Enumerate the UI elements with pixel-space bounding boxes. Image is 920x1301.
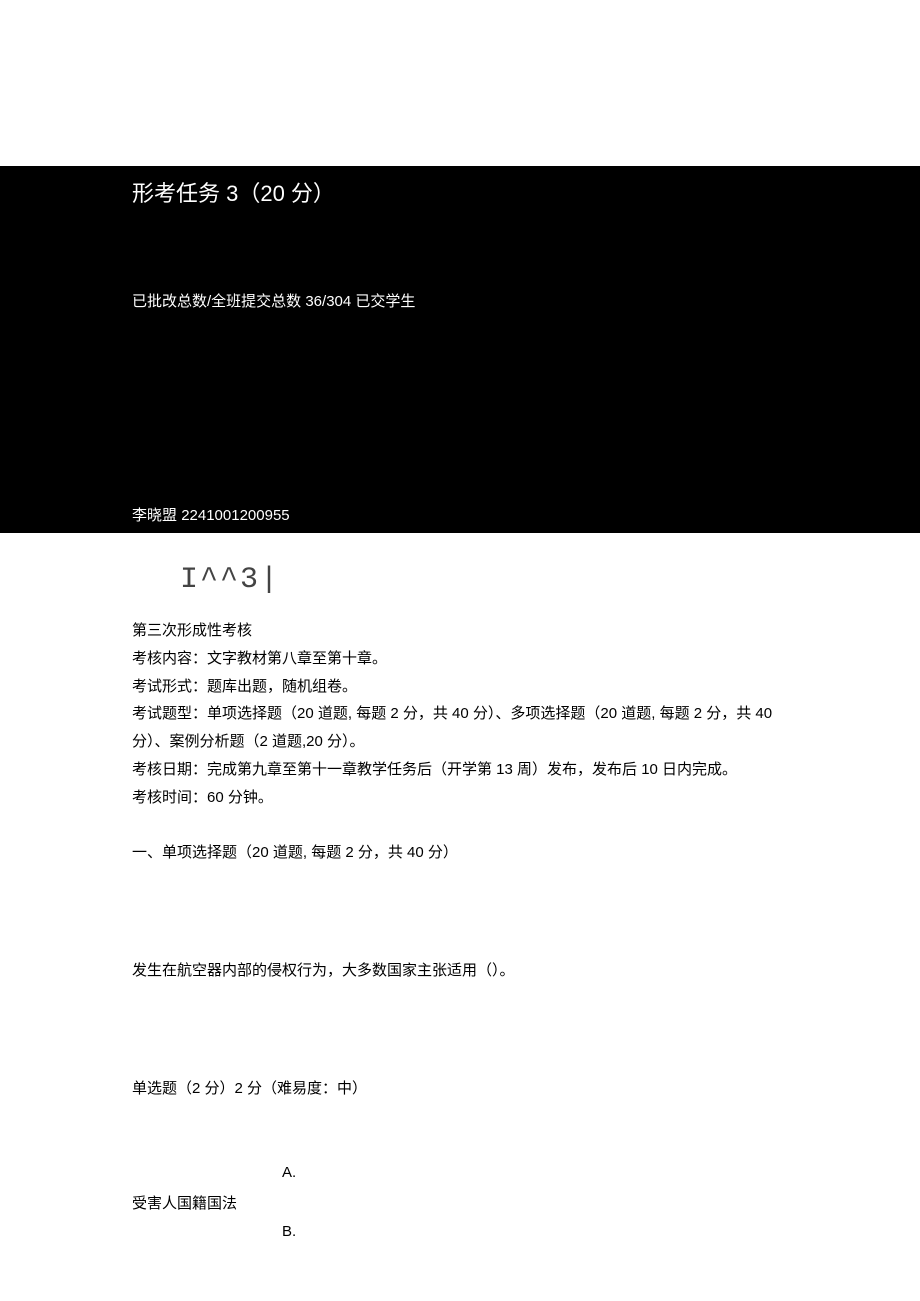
student-id: 2241001200955: [181, 507, 289, 524]
intro-line-2: 考核内容：文字教材第八章至第十章。: [132, 645, 788, 673]
option-a-text: 受害人国籍国法: [132, 1190, 282, 1218]
page-title: 形考任务 3（20 分）: [132, 181, 335, 206]
intro-line-4: 考试题型：单项选择题（20 道题, 每题 2 分，共 40 分）、多项选择题（2…: [132, 700, 788, 756]
student-row: 李晓盟 2241001200955: [0, 500, 920, 533]
stats-label-prefix: 已批改总数/全班提交总数: [132, 293, 305, 310]
option-a-block: A.: [132, 1159, 788, 1191]
option-b-block: B.: [132, 1218, 788, 1250]
intro-line-1: 第三次形成性考核: [132, 617, 788, 645]
option-a-row: 受害人国籍国法: [132, 1190, 788, 1218]
stats-label-suffix: 已交学生: [351, 293, 415, 310]
option-b-letter: B.: [282, 1218, 296, 1246]
intro-line-6: 考核时间：60 分钟。: [132, 784, 788, 812]
title-bar: 形考任务 3（20 分）: [0, 166, 920, 218]
student-name: 李晓盟: [132, 507, 177, 524]
content-body: 第三次形成性考核 考核内容：文字教材第八章至第十章。 考试形式：题库出题，随机组…: [0, 617, 920, 1250]
header-gap-1: [0, 218, 920, 286]
intro-line-5: 考核日期：完成第九章至第十一章教学任务后（开学第 13 周）发布，发布后 10 …: [132, 756, 788, 784]
question-stem: 发生在航空器内部的侵权行为，大多数国家主张适用（）。: [132, 957, 788, 985]
decor-text: I^^3|: [0, 533, 920, 617]
intro-line-3: 考试形式：题库出题，随机组卷。: [132, 673, 788, 701]
stats-ratio: 36/304: [305, 293, 351, 310]
option-a-letter: A.: [282, 1159, 296, 1187]
stats-row: 已批改总数/全班提交总数 36/304 已交学生: [0, 286, 920, 315]
question-meta: 单选题（2 分）2 分（难易度：中）: [132, 1075, 788, 1103]
header-gap-2: [0, 315, 920, 500]
section-heading: 一、单项选择题（20 道题, 每题 2 分，共 40 分）: [132, 839, 788, 867]
top-spacer: [0, 0, 920, 166]
